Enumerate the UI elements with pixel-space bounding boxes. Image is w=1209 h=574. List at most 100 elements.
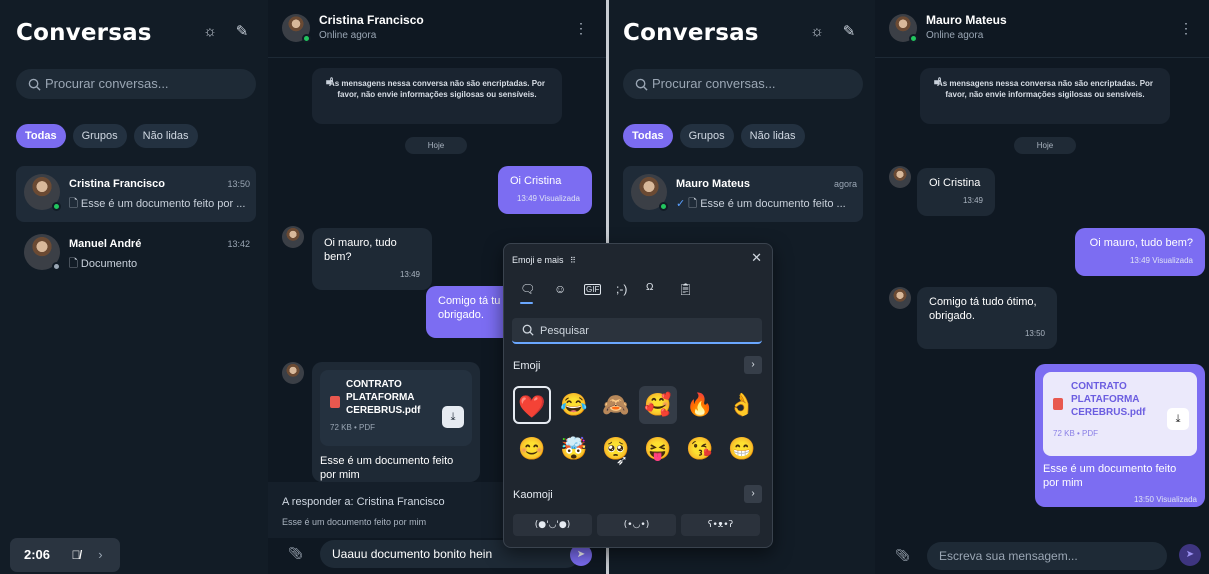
filter-unread[interactable]: Não lidas [133, 124, 198, 148]
chevron-right-icon[interactable]: › [744, 485, 762, 503]
search-icon [522, 324, 534, 336]
contact-status: Online agora [319, 30, 377, 41]
pdf-icon [330, 396, 340, 408]
sun-icon[interactable]: ☼ [807, 22, 827, 42]
sidebar-left: Conversas ☼ ✎ Procurar conversas... Toda… [0, 0, 268, 574]
more-options-icon[interactable]: ⋮ [574, 20, 588, 37]
voice-recorder[interactable]: 2:06 🎙̸ › [10, 538, 120, 572]
online-indicator [52, 202, 61, 211]
message-out: Oi mauro, tudo bem? 13:49 Visualizada [1075, 228, 1205, 276]
message-out: Oi Cristina 13:49 Visualizada [498, 166, 592, 214]
message-text: Oi Cristina [929, 177, 981, 189]
clipboard-tab-icon[interactable]: 📋︎ [678, 282, 693, 296]
emoji-smile[interactable]: 😊 [513, 430, 551, 468]
emoji-heart[interactable]: ❤️ [513, 386, 551, 424]
search-icon [28, 78, 41, 91]
download-icon[interactable]: ⤓ [442, 406, 464, 428]
symbols-tab-icon[interactable]: Ω [646, 282, 653, 293]
preview-text: Esse é um documento feito por ... [80, 198, 246, 210]
download-icon[interactable]: ⤓ [1167, 408, 1189, 430]
emoji-ok-hand[interactable]: 👌 [723, 386, 761, 424]
conversation-preview: 🗋 Documento [69, 255, 137, 274]
compose-icon[interactable]: ✎ [839, 22, 859, 42]
conversation-item[interactable]: Cristina Francisco 13:50 🗋 Esse é um doc… [16, 166, 256, 222]
emoji-tongue[interactable]: 😝 [639, 430, 677, 468]
online-indicator [909, 34, 918, 43]
kaomoji-item[interactable]: (•◡•) [597, 514, 676, 536]
message-text: Oi Cristina [510, 175, 562, 187]
encryption-notice: 🔓︎ As mensagens nessa conversa não são e… [920, 68, 1170, 124]
emoji-kiss[interactable]: 😘 [681, 430, 719, 468]
emoji-exploding-head[interactable]: 🤯 [555, 430, 593, 468]
emoji-search-input[interactable]: Pesquisar [512, 318, 762, 344]
active-tab-underline [520, 302, 533, 304]
message-in: Oi Cristina 13:49 [917, 168, 995, 216]
kaomoji-tab[interactable]: ;-) [616, 282, 627, 296]
conversation-name: Mauro Mateus [676, 178, 750, 190]
conversation-name: Manuel André [69, 238, 142, 250]
more-options-icon[interactable]: ⋮ [1179, 20, 1193, 37]
emoji-grin[interactable]: 😁 [723, 430, 761, 468]
emoji-see-no-evil[interactable]: 🙈 [597, 386, 635, 424]
mic-off-icon[interactable]: 🎙̸ [72, 548, 81, 562]
message-meta: 13:50 Visualizada [1133, 495, 1197, 504]
search-input[interactable]: Procurar conversas... [623, 69, 863, 99]
emoji-fire[interactable]: 🔥 [681, 386, 719, 424]
day-separator: Hoje [405, 137, 467, 154]
avatar [282, 362, 304, 384]
search-input[interactable]: Procurar conversas... [16, 69, 256, 99]
title-text: Emoji e mais [512, 255, 564, 265]
sun-icon[interactable]: ☼ [200, 22, 220, 42]
emoji-panel: Emoji e mais ⠿ ✕ 🗨︎ ☺ GIF ;-) Ω 📋︎ Pesqu… [503, 243, 773, 548]
message-meta: 13:50 [1024, 329, 1045, 338]
chevron-right-icon[interactable]: › [744, 356, 762, 374]
document-icon: 🗋 [69, 258, 78, 270]
emoji-laughing[interactable]: 😂 [555, 386, 593, 424]
attach-icon[interactable]: 📎︎ [288, 546, 303, 560]
sidebar-title: Conversas [16, 20, 152, 46]
filter-groups[interactable]: Grupos [679, 124, 734, 148]
kaomoji-section-label: Kaomoji [513, 489, 553, 501]
avatar [889, 287, 911, 309]
filter-all[interactable]: Todas [16, 124, 66, 148]
message-input[interactable]: Escreva sua mensagem... [927, 542, 1167, 570]
mouse-cursor-icon: ➶ [616, 452, 628, 468]
send-button[interactable]: ➤ [1179, 544, 1201, 566]
smiley-tab-icon[interactable]: ☺ [554, 282, 566, 296]
unlock-icon: 🔓︎ [934, 75, 942, 87]
message-text: Oi mauro, tudo bem? [324, 237, 397, 263]
kaomoji-item[interactable]: ʕ•ᴥ•ʔ [681, 514, 760, 536]
gif-tab-icon[interactable]: GIF [584, 284, 602, 295]
notice-text: As mensagens nessa conversa não são encr… [328, 79, 546, 99]
message-text: Comigo tá tudo ótimo, obrigado. [929, 296, 1037, 322]
attach-icon[interactable]: 📎︎ [895, 548, 910, 562]
chat-right: Mauro Mateus Online agora ⋮ 🔓︎ As mensag… [875, 0, 1209, 574]
filter-unread[interactable]: Não lidas [740, 124, 805, 148]
search-placeholder: Procurar conversas... [45, 76, 169, 91]
drag-handle-icon[interactable]: ⠿ [570, 256, 576, 265]
kaomoji-item[interactable]: (●'◡'●) [513, 514, 592, 536]
compose-icon[interactable]: ✎ [232, 22, 252, 42]
message-file-out: CONTRATO PLATAFORMA CEREBRUS.pdf 72 KB •… [1035, 364, 1205, 507]
filter-groups[interactable]: Grupos [72, 124, 127, 148]
message-meta: 13:49 Visualizada [1129, 256, 1193, 265]
contact-status: Online agora [926, 30, 984, 41]
conversation-item[interactable]: Mauro Mateus agora ✓ 🗋 Esse é um documen… [623, 166, 863, 222]
file-caption: Esse é um documento feito por mim [1043, 463, 1177, 489]
offline-indicator [52, 262, 61, 271]
file-caption: Esse é um documento feito por mim [320, 455, 454, 481]
chevron-right-icon[interactable]: › [98, 547, 102, 562]
search-icon [635, 78, 648, 91]
close-icon[interactable]: ✕ [751, 250, 762, 266]
online-indicator [302, 34, 311, 43]
sidebar-title: Conversas [623, 20, 759, 46]
document-icon: 🗋 [69, 198, 78, 210]
emoji-hearts-face[interactable]: 🥰 [639, 386, 677, 424]
file-attachment[interactable]: CONTRATO PLATAFORMA CEREBRUS.pdf 72 KB •… [1043, 372, 1197, 456]
conversation-item[interactable]: Manuel André 13:42 🗋 Documento [16, 226, 256, 282]
preview-text: Documento [80, 258, 138, 270]
file-attachment[interactable]: CONTRATO PLATAFORMA CEREBRUS.pdf 72 KB •… [320, 370, 472, 446]
filter-all[interactable]: Todas [623, 124, 673, 148]
emoji-tab-icon[interactable]: 🗨︎ [520, 282, 535, 296]
conversation-time: agora [833, 179, 857, 189]
